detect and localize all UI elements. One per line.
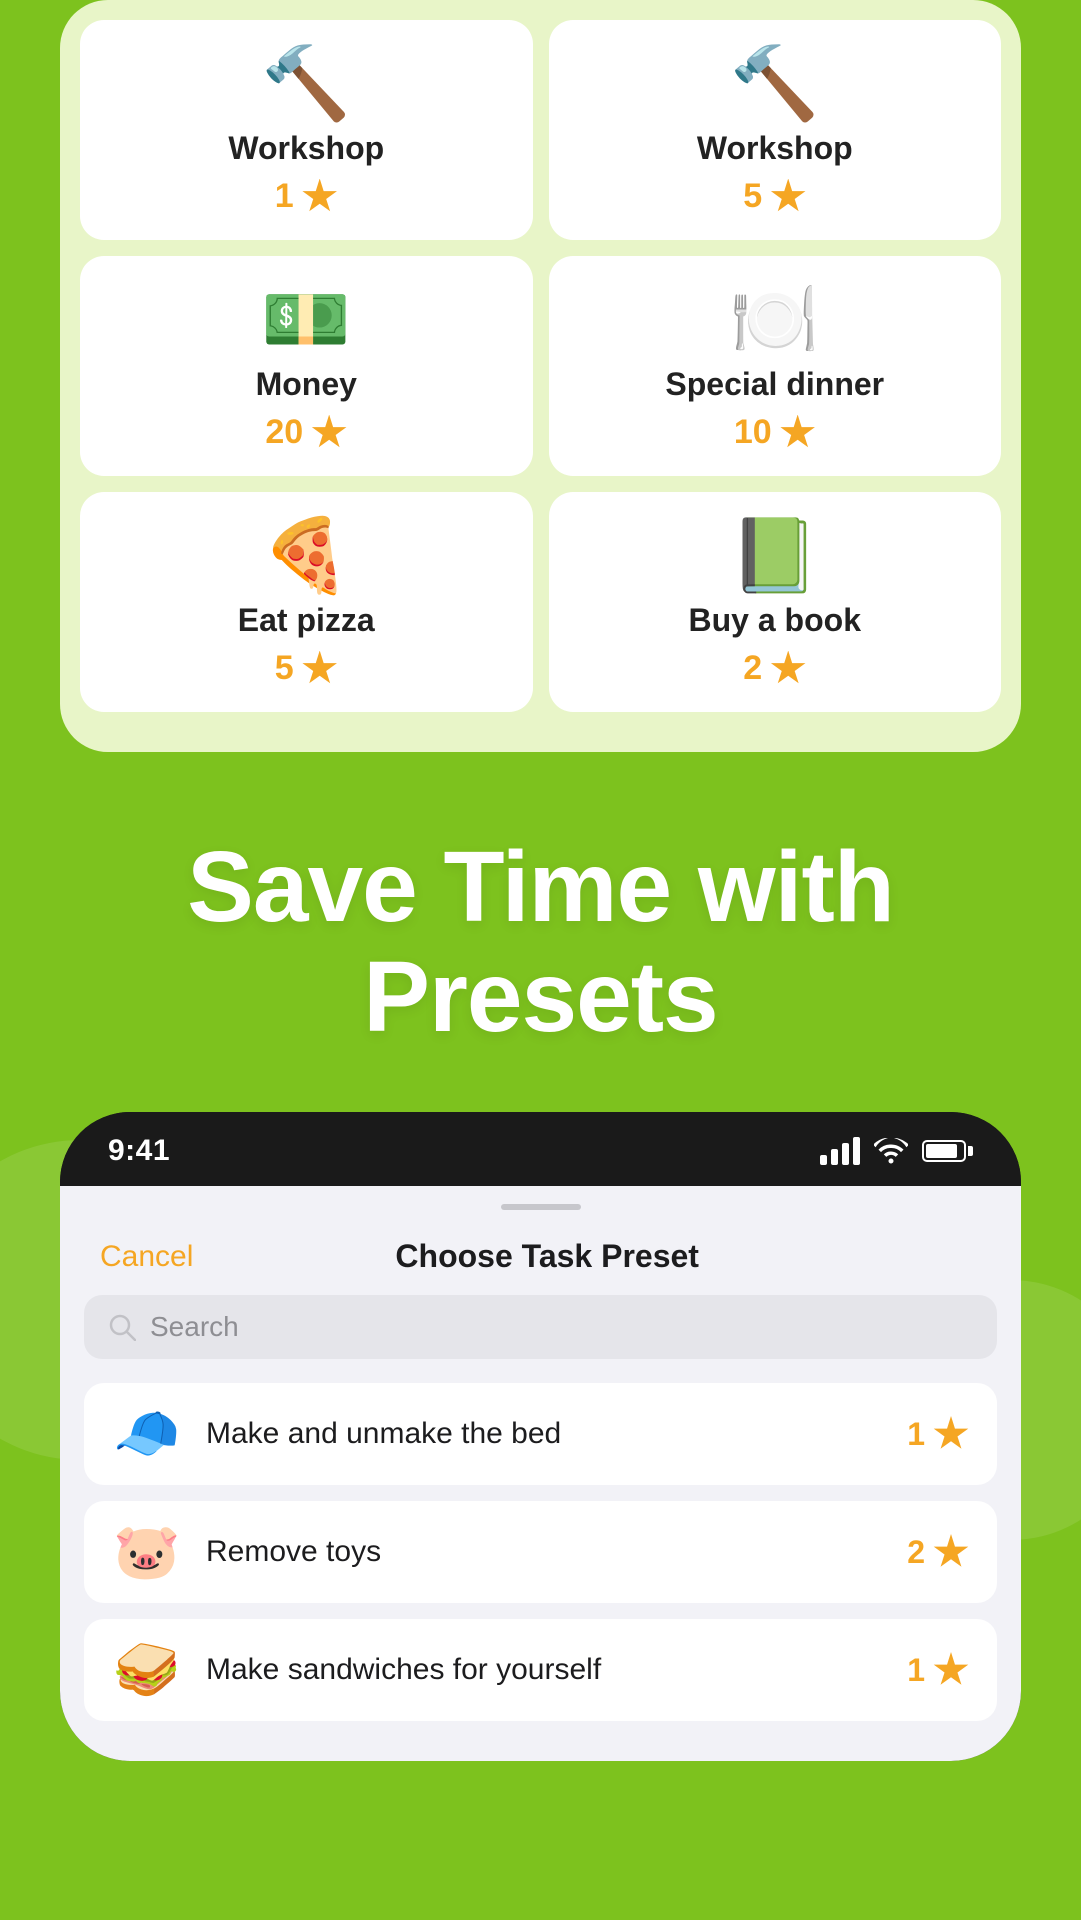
task1-name: Make and unmake the bed (206, 1417, 883, 1451)
phone-screen: Cancel Choose Task Preset Search 🧢 Make … (60, 1186, 1021, 1761)
star-icon (933, 1416, 969, 1452)
task-item[interactable]: 🧢 Make and unmake the bed 1 (84, 1383, 997, 1485)
rewards-grid: 🔨 Workshop 1 🔨 Workshop 5 💵 Money 20 (80, 20, 1001, 712)
status-bar: 9:41 (60, 1112, 1021, 1186)
signal-bar-3 (842, 1143, 849, 1165)
status-time: 9:41 (108, 1134, 170, 1168)
star-icon (780, 415, 816, 451)
task3-points: 1 (907, 1652, 969, 1689)
task1-points: 1 (907, 1416, 969, 1453)
reward-workshop5[interactable]: 🔨 Workshop 5 (549, 20, 1002, 240)
pizza-icon: 🍕 (261, 520, 351, 592)
battery-fill (926, 1144, 957, 1158)
signal-bar-1 (820, 1155, 827, 1165)
workshop1-name: Workshop (228, 130, 384, 167)
reward-pizza5[interactable]: 🍕 Eat pizza 5 (80, 492, 533, 712)
status-icons (820, 1137, 973, 1165)
battery-icon (922, 1140, 973, 1162)
star-icon (770, 651, 806, 687)
task3-icon: 🥪 (112, 1643, 182, 1697)
reward-money20[interactable]: 💵 Money 20 (80, 256, 533, 476)
money-icon: 💵 (261, 284, 351, 356)
reward-workshop1[interactable]: 🔨 Workshop 1 (80, 20, 533, 240)
dinner-points: 10 (734, 413, 816, 452)
book-points: 2 (743, 649, 806, 688)
promo-title: Save Time with Presets (60, 832, 1021, 1052)
workshop5-icon: 🔨 (730, 48, 820, 120)
star-icon (933, 1534, 969, 1570)
workshop5-name: Workshop (697, 130, 853, 167)
search-bar[interactable]: Search (84, 1295, 997, 1359)
battery-tip (968, 1146, 973, 1156)
wifi-icon (874, 1138, 908, 1164)
signal-icon (820, 1137, 860, 1165)
promo-section: Save Time with Presets (0, 752, 1081, 1112)
sheet-title: Choose Task Preset (395, 1238, 699, 1275)
star-icon (302, 179, 338, 215)
star-icon (311, 415, 347, 451)
reward-dinner10[interactable]: 🍽️ Special dinner 10 (549, 256, 1002, 476)
task2-icon: 🐷 (112, 1525, 182, 1579)
dinner-name: Special dinner (665, 366, 884, 403)
top-rewards-card: 🔨 Workshop 1 🔨 Workshop 5 💵 Money 20 (60, 0, 1021, 752)
book-name: Buy a book (689, 602, 861, 639)
workshop1-icon: 🔨 (261, 48, 351, 120)
sheet-header: Cancel Choose Task Preset (60, 1210, 1021, 1295)
task2-points: 2 (907, 1534, 969, 1571)
task1-icon: 🧢 (112, 1407, 182, 1461)
battery-body (922, 1140, 966, 1162)
pizza-name: Eat pizza (238, 602, 375, 639)
search-icon (108, 1313, 136, 1341)
dinner-icon: 🍽️ (730, 284, 820, 356)
star-icon (302, 651, 338, 687)
money-name: Money (256, 366, 357, 403)
task-list: 🧢 Make and unmake the bed 1 🐷 Remove toy… (60, 1383, 1021, 1761)
task2-name: Remove toys (206, 1535, 883, 1569)
task-item[interactable]: 🐷 Remove toys 2 (84, 1501, 997, 1603)
cancel-button[interactable]: Cancel (100, 1240, 193, 1274)
pizza-points: 5 (275, 649, 338, 688)
task-item[interactable]: 🥪 Make sandwiches for yourself 1 (84, 1619, 997, 1721)
workshop5-points: 5 (743, 177, 806, 216)
book-icon: 📗 (730, 520, 820, 592)
signal-bar-2 (831, 1149, 838, 1165)
workshop1-points: 1 (275, 177, 338, 216)
money-points: 20 (265, 413, 347, 452)
search-placeholder: Search (150, 1311, 239, 1343)
star-icon (770, 179, 806, 215)
task3-name: Make sandwiches for yourself (206, 1653, 883, 1687)
reward-book2[interactable]: 📗 Buy a book 2 (549, 492, 1002, 712)
star-icon (933, 1652, 969, 1688)
phone-mockup: 9:41 Cancel Choose Task Pre (60, 1112, 1021, 1761)
signal-bar-4 (853, 1137, 860, 1165)
